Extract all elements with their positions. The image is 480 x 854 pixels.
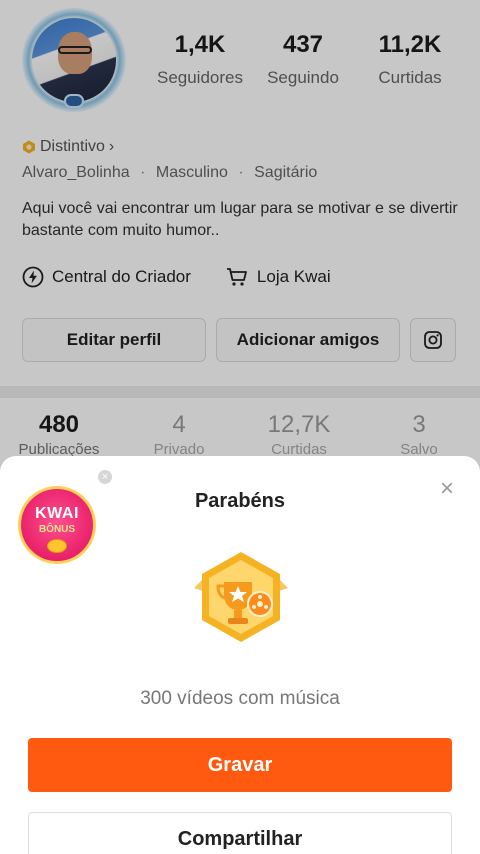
achievement-caption: 300 vídeos com música	[140, 688, 340, 709]
kwai-bonus-line2: BÔNUS	[38, 524, 76, 535]
record-button[interactable]: Gravar	[28, 738, 452, 792]
achievement-bottom-sheet: KWAI BÔNUS × Parabéns × 300 vídeos com m…	[0, 456, 480, 854]
close-icon[interactable]: ×	[436, 477, 458, 501]
trophy-medal-icon	[194, 552, 288, 642]
bonus-close-icon[interactable]: ×	[98, 470, 112, 484]
coin-icon	[47, 539, 67, 553]
sheet-title: Parabéns	[194, 490, 286, 512]
share-button[interactable]: Compartilhar	[28, 812, 452, 854]
